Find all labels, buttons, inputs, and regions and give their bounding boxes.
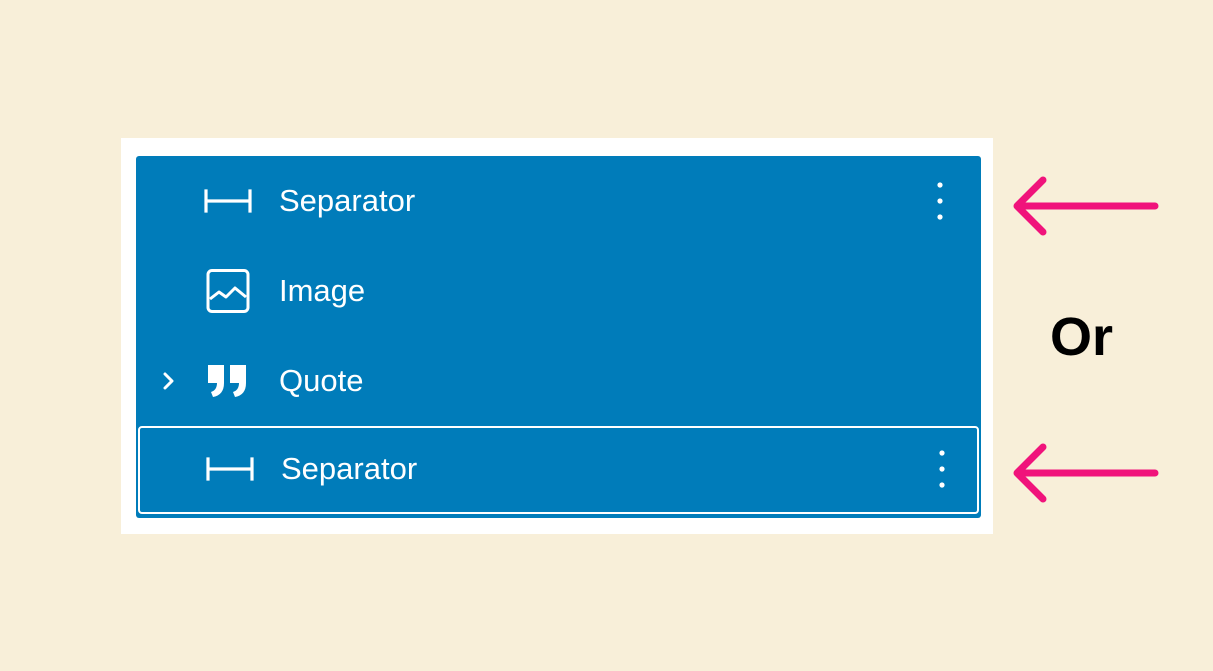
or-label: Or bbox=[1050, 307, 1114, 367]
list-item-label: Separator bbox=[279, 183, 416, 218]
separator-icon bbox=[203, 179, 253, 223]
list-view-panel: Separator Image Quote Separator bbox=[121, 138, 993, 534]
list-item-label: Separator bbox=[281, 451, 418, 486]
arrow-left-icon bbox=[1007, 174, 1159, 238]
list-item-separator-focused[interactable]: Separator bbox=[138, 426, 979, 514]
block-list: Separator Image Quote Separator bbox=[136, 156, 981, 518]
list-item-quote[interactable]: Quote bbox=[136, 336, 981, 426]
list-item-label: Quote bbox=[279, 363, 364, 398]
separator-icon bbox=[205, 447, 255, 491]
chevron-right-icon[interactable] bbox=[159, 367, 179, 395]
list-item-label: Image bbox=[279, 273, 366, 308]
image-icon bbox=[203, 269, 253, 313]
arrow-left-icon bbox=[1007, 441, 1159, 505]
list-item-separator[interactable]: Separator bbox=[136, 156, 981, 246]
more-options-icon[interactable] bbox=[929, 446, 955, 492]
quote-icon bbox=[203, 359, 253, 403]
more-options-icon[interactable] bbox=[927, 178, 953, 224]
list-item-image[interactable]: Image bbox=[136, 246, 981, 336]
